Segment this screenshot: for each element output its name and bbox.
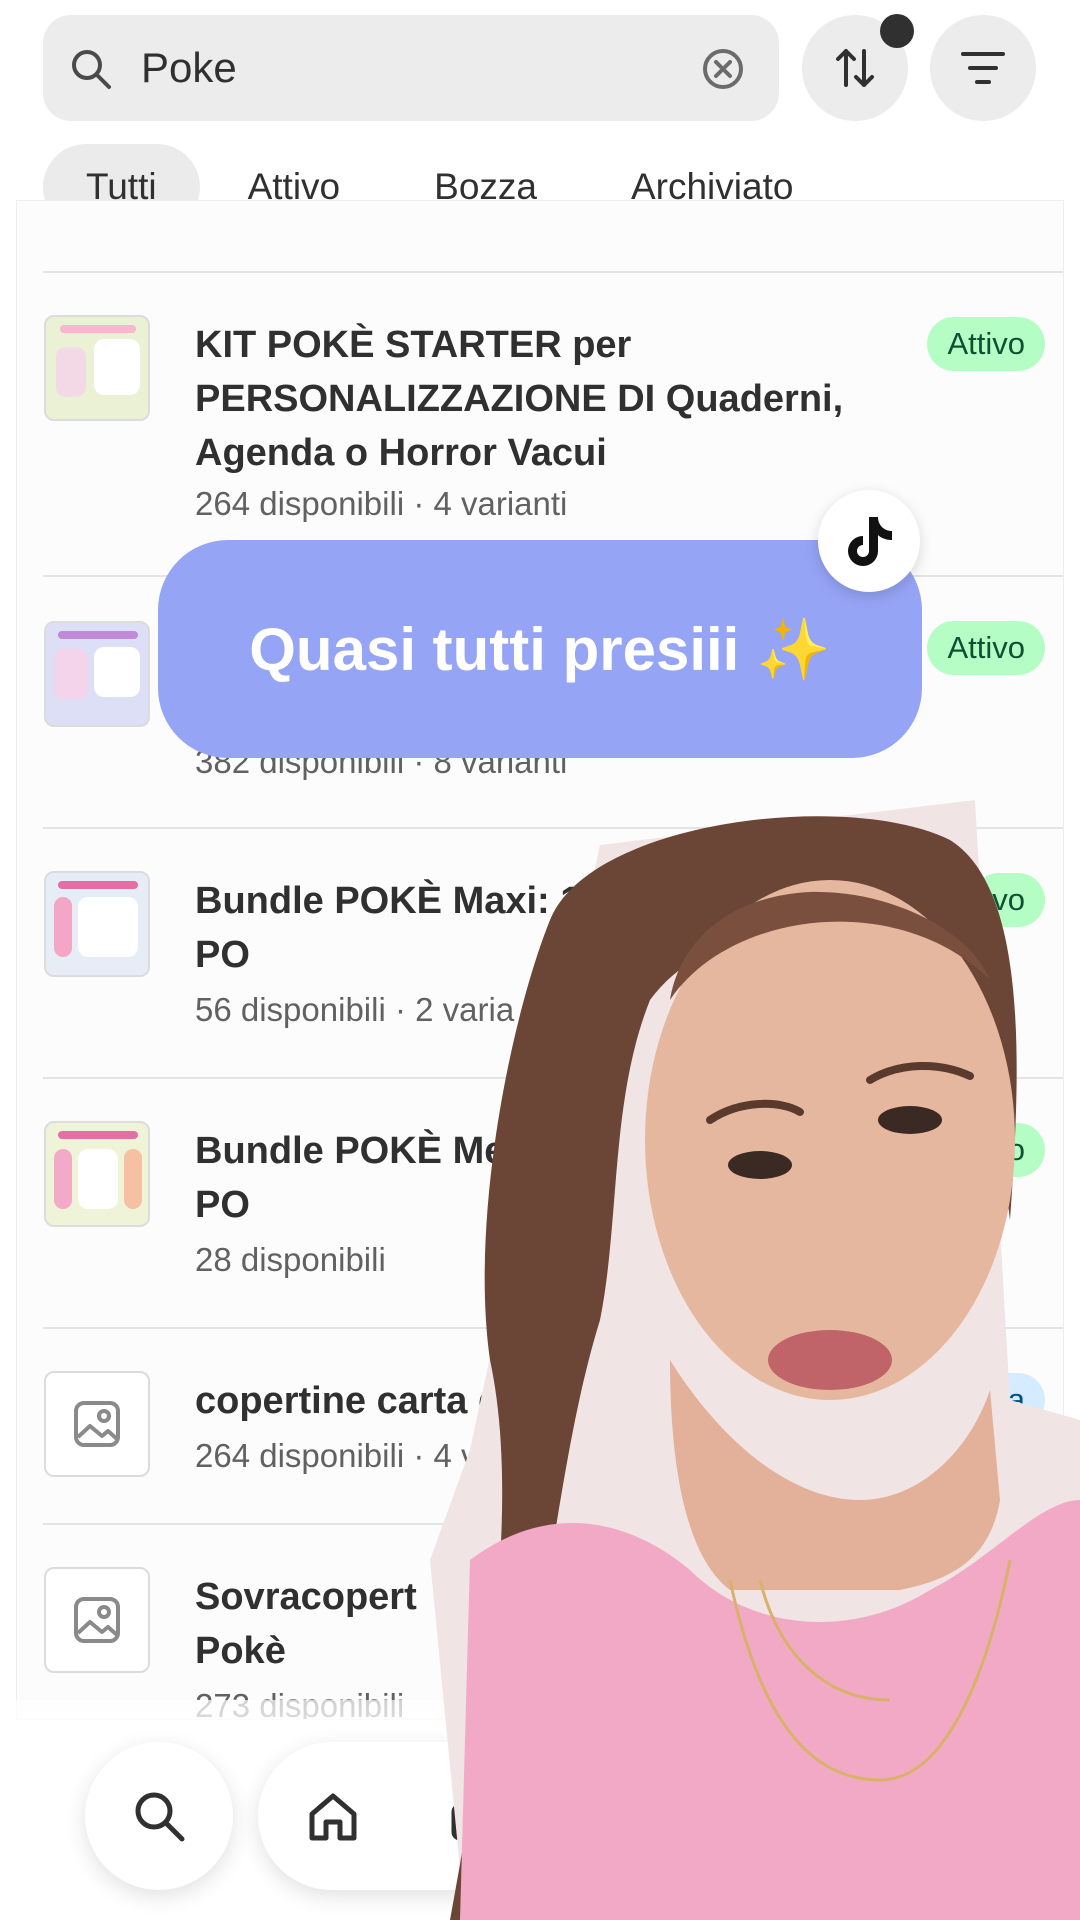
image-placeholder-icon bbox=[74, 1401, 120, 1447]
product-thumbnail bbox=[44, 1567, 150, 1673]
product-thumbnail bbox=[44, 621, 150, 727]
product-thumbnail bbox=[44, 315, 150, 421]
tiktok-logo-icon bbox=[818, 490, 920, 592]
product-meta: 264 disponibili · 4 varianti bbox=[195, 485, 568, 522]
product-thumbnail bbox=[44, 1121, 150, 1227]
nav-search-button[interactable] bbox=[85, 1742, 233, 1890]
product-title: Sovracopert Pokè bbox=[195, 1576, 417, 1672]
sticker-text: Quasi tutti presiii ✨ bbox=[249, 615, 831, 683]
caption-sticker: Quasi tutti presiii ✨ bbox=[158, 540, 922, 758]
product-meta: 28 disponibili bbox=[195, 1241, 386, 1278]
search-input[interactable]: Poke bbox=[141, 15, 237, 121]
search-icon bbox=[135, 1792, 185, 1842]
product-thumbnail bbox=[44, 1371, 150, 1477]
status-badge: Attivo bbox=[927, 317, 1045, 371]
search-bar[interactable]: Poke bbox=[43, 15, 779, 121]
product-thumbnail bbox=[44, 871, 150, 977]
product-title: KIT POKÈ STARTER per PERSONALIZZAZIONE D… bbox=[195, 324, 844, 474]
search-icon bbox=[72, 50, 111, 89]
clear-circle-x-icon[interactable] bbox=[701, 47, 745, 91]
filter-button[interactable] bbox=[930, 15, 1036, 121]
status-badge: Attivo bbox=[927, 621, 1045, 675]
home-icon[interactable] bbox=[306, 1790, 360, 1844]
image-placeholder-icon bbox=[74, 1597, 120, 1643]
sort-active-indicator bbox=[880, 14, 914, 48]
presenter-video bbox=[430, 800, 1080, 1920]
sort-arrows-icon bbox=[836, 49, 874, 87]
filter-lines-icon bbox=[961, 52, 1005, 84]
